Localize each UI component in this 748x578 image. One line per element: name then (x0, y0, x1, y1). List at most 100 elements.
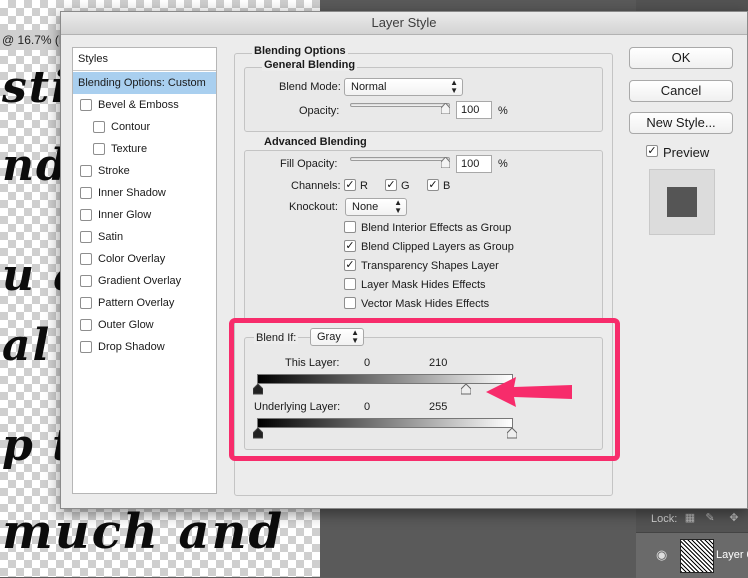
style-item[interactable]: Inner Shadow (73, 182, 216, 204)
fill-opacity-input[interactable]: 100 (456, 155, 492, 173)
style-item-label: Pattern Overlay (98, 297, 175, 309)
fill-opacity-label: Fill Opacity: (280, 158, 338, 170)
cancel-button[interactable]: Cancel (629, 80, 733, 102)
style-checkbox[interactable] (80, 231, 92, 243)
opacity-percent: % (498, 105, 508, 117)
layer-thumbnail (680, 539, 714, 573)
style-checkbox[interactable] (80, 341, 92, 353)
channels-label: Channels: (291, 180, 341, 192)
blend-mode-value: Normal (351, 81, 387, 93)
style-item[interactable]: Color Overlay (73, 248, 216, 270)
opacity-slider[interactable] (350, 103, 450, 107)
opacity-slider-thumb-icon[interactable] (441, 103, 450, 114)
style-item[interactable]: Bevel & Emboss (73, 94, 216, 116)
style-item[interactable]: Texture (73, 138, 216, 160)
general-blending-title: General Blending (262, 59, 358, 71)
channel-g-checkbox[interactable]: ✓ (385, 179, 397, 191)
general-blending-group (244, 67, 603, 132)
style-checkbox[interactable] (80, 187, 92, 199)
style-item-label: Bevel & Emboss (98, 99, 179, 111)
style-item-label: Texture (111, 143, 148, 155)
advanced-blending-group (244, 150, 603, 322)
new-style-button[interactable]: New Style... (629, 112, 733, 134)
style-checkbox[interactable] (93, 143, 105, 155)
style-item[interactable]: Contour (73, 116, 216, 138)
style-item-label: Contour (111, 121, 151, 133)
style-item-label: Color Overlay (98, 253, 166, 265)
channel-r-checkbox[interactable]: ✓ (344, 179, 356, 191)
advanced-option-checkbox[interactable]: ✓ (344, 259, 356, 271)
style-checkbox[interactable] (80, 297, 92, 309)
advanced-option-label: Blend Interior Effects as Group (361, 222, 512, 234)
style-checkbox[interactable] (80, 165, 92, 177)
preview-checkbox[interactable]: ✓ (646, 145, 658, 157)
style-checkbox[interactable] (80, 99, 92, 111)
advanced-option-checkbox[interactable] (344, 278, 356, 290)
advanced-option-checkbox[interactable]: ✓ (344, 240, 356, 252)
advanced-option-label: Blend Clipped Layers as Group (361, 241, 514, 253)
blend-mode-label: Blend Mode: (279, 81, 341, 93)
canvas-text-line-6: much and (2, 504, 285, 560)
style-item[interactable]: Stroke (73, 160, 216, 182)
dialog-title: Layer Style (61, 12, 747, 35)
blend-mode-select[interactable]: Normal ▲ ▼ (344, 78, 463, 96)
select-arrows-icon: ▲ ▼ (450, 78, 458, 95)
advanced-blending-title: Advanced Blending (262, 136, 369, 148)
style-item-label: Gradient Overlay (98, 275, 182, 287)
style-checkbox[interactable] (80, 253, 92, 265)
advanced-option-label: Transparency Shapes Layer (361, 260, 499, 272)
canvas-text-line-4: al (2, 320, 52, 371)
layer-row[interactable]: ◉ Layer 0 (636, 532, 748, 578)
style-label: Blending Options: Custom (78, 77, 206, 89)
lock-move-icon[interactable]: ✥ (728, 512, 740, 524)
style-checkbox[interactable] (80, 319, 92, 331)
knockout-value: None (352, 201, 379, 213)
select-arrows-icon: ▲ ▼ (394, 198, 402, 215)
blending-options-title: Blending Options (252, 45, 348, 57)
style-item[interactable]: Drop Shadow (73, 336, 216, 358)
lock-row: Lock: ▦ ✎ ✥ (636, 506, 748, 532)
channel-b-label: B (443, 180, 451, 192)
style-item[interactable]: Pattern Overlay (73, 292, 216, 314)
channel-b-checkbox[interactable]: ✓ (427, 179, 439, 191)
fill-opacity-percent: % (498, 158, 508, 170)
canvas-text-line-2: nd (2, 140, 69, 191)
opacity-input[interactable]: 100 (456, 101, 492, 119)
style-item-label: Outer Glow (98, 319, 154, 331)
advanced-option-checkbox[interactable] (344, 221, 356, 233)
advanced-option-checkbox[interactable] (344, 297, 356, 309)
ok-button[interactable]: OK (629, 47, 733, 69)
preview-square (667, 187, 697, 217)
advanced-option-label: Vector Mask Hides Effects (361, 298, 490, 310)
layer-name: Layer 0 (716, 549, 748, 561)
style-blending-options[interactable]: Blending Options: Custom (73, 72, 216, 94)
knockout-label: Knockout: (289, 201, 338, 213)
style-item-label: Drop Shadow (98, 341, 165, 353)
channel-g-label: G (401, 180, 410, 192)
style-checkbox[interactable] (80, 209, 92, 221)
style-item[interactable]: Satin (73, 226, 216, 248)
lock-paint-icon[interactable]: ✎ (704, 512, 716, 524)
lock-transparency-icon[interactable]: ▦ (684, 512, 696, 524)
fill-opacity-slider-thumb-icon[interactable] (441, 157, 450, 168)
styles-list: Styles Blending Options: Custom Bevel & … (72, 47, 217, 494)
style-checkbox[interactable] (93, 121, 105, 133)
style-item[interactable]: Outer Glow (73, 314, 216, 336)
style-item-label: Satin (98, 231, 124, 243)
visibility-eye-icon[interactable]: ◉ (656, 547, 667, 563)
advanced-option-label: Layer Mask Hides Effects (361, 279, 486, 291)
lock-label: Lock: (651, 513, 678, 525)
knockout-select[interactable]: None ▲ ▼ (345, 198, 407, 216)
style-item-label: Inner Shadow (98, 187, 166, 199)
style-item[interactable]: Inner Glow (73, 204, 216, 226)
style-checkbox[interactable] (80, 275, 92, 287)
style-item-label: Inner Glow (98, 209, 152, 221)
style-item-label: Stroke (98, 165, 130, 177)
fill-opacity-slider[interactable] (350, 157, 450, 161)
preview-label: Preview (663, 145, 710, 160)
opacity-label: Opacity: (299, 105, 340, 117)
preview-swatch (649, 169, 715, 235)
channel-r-label: R (360, 180, 368, 192)
styles-header[interactable]: Styles (73, 48, 216, 71)
style-item[interactable]: Gradient Overlay (73, 270, 216, 292)
